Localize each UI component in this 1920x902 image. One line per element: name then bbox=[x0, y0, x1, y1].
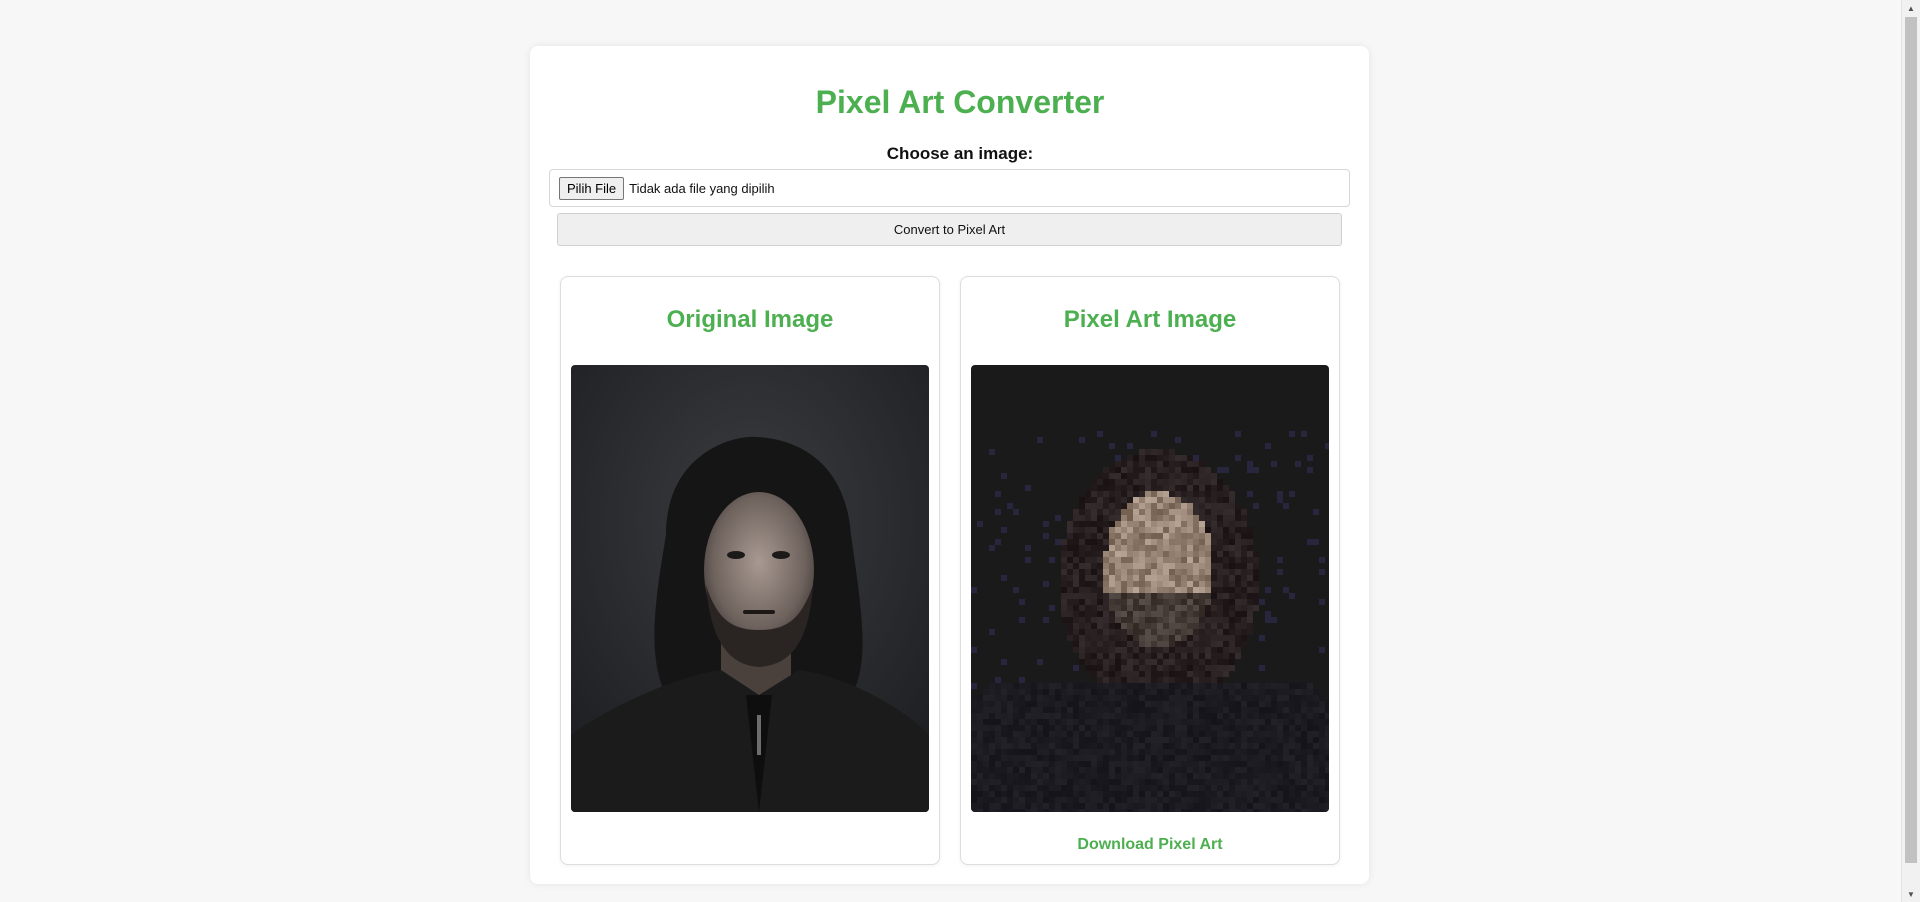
original-image-title: Original Image bbox=[666, 306, 834, 333]
page-title: Pixel Art Converter bbox=[815, 84, 1105, 120]
pixel-art-panel: Pixel Art Image Download Pixel Art bbox=[960, 276, 1340, 865]
vertical-scrollbar[interactable]: ▲ ▼ bbox=[1901, 0, 1920, 902]
pixel-art-image bbox=[971, 365, 1329, 812]
convert-button[interactable]: Convert to Pixel Art bbox=[557, 213, 1342, 246]
file-status-text: Tidak ada file yang dipilih bbox=[629, 180, 775, 196]
choose-file-button[interactable]: Pilih File bbox=[559, 176, 625, 200]
choose-image-label: Choose an image: bbox=[886, 144, 1034, 163]
download-pixel-art-link[interactable]: Download Pixel Art bbox=[961, 836, 1339, 854]
chevron-down-icon[interactable]: ▼ bbox=[1902, 886, 1920, 902]
original-image bbox=[571, 365, 929, 812]
scrollbar-thumb[interactable] bbox=[1905, 17, 1917, 863]
original-image-panel: Original Image bbox=[560, 276, 940, 865]
chevron-up-icon[interactable]: ▲ bbox=[1902, 0, 1920, 16]
pixel-art-title: Pixel Art Image bbox=[1063, 306, 1237, 333]
file-input[interactable]: Pilih File Tidak ada file yang dipilih bbox=[549, 169, 1350, 207]
